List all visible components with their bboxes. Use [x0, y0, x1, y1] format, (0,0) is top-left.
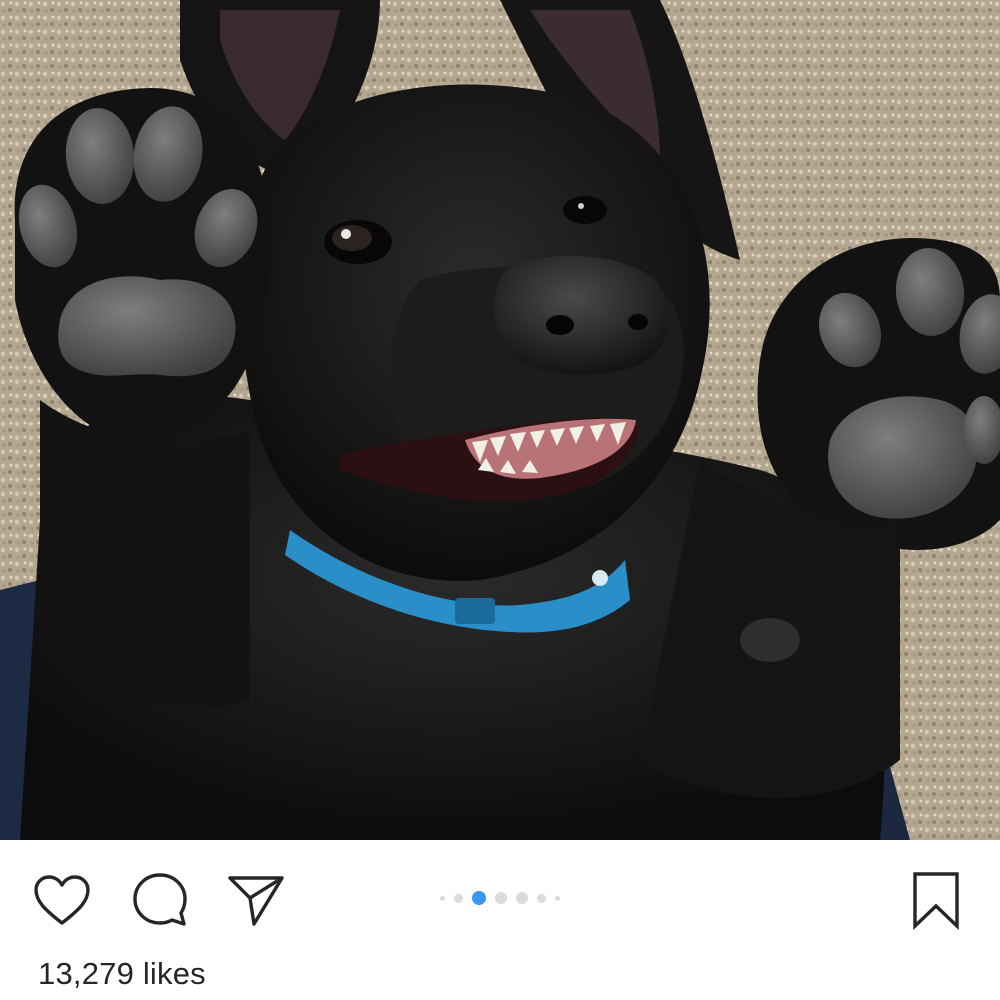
carousel-dot — [454, 893, 463, 903]
carousel-dot — [440, 895, 445, 901]
share-button[interactable] — [224, 868, 288, 932]
post-photo[interactable] — [0, 0, 1000, 840]
paper-plane-icon — [228, 876, 284, 926]
instagram-post: 13,279 likes — [0, 0, 1000, 1000]
carousel-dot — [495, 892, 507, 904]
post-action-bar — [0, 840, 1000, 952]
comment-button[interactable] — [128, 868, 192, 932]
likes-count[interactable]: 13,279 likes — [38, 956, 206, 992]
carousel-dot — [516, 892, 528, 904]
comment-bubble-icon — [133, 873, 187, 926]
carousel-dot-active — [472, 891, 486, 905]
puppy-photo-illustration — [0, 0, 1000, 840]
save-button[interactable] — [904, 868, 968, 932]
carousel-indicator — [420, 890, 580, 906]
carousel-dot — [555, 895, 560, 901]
like-button[interactable] — [30, 868, 94, 932]
heart-icon — [34, 875, 90, 925]
carousel-dot — [537, 893, 546, 903]
bookmark-icon — [913, 872, 959, 930]
